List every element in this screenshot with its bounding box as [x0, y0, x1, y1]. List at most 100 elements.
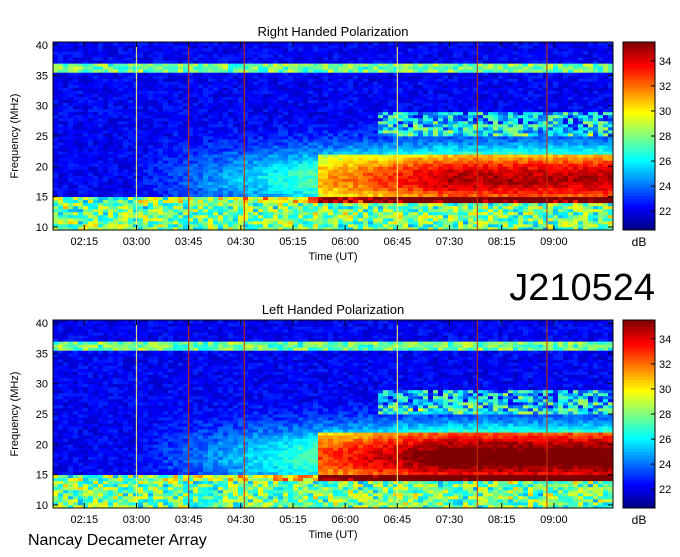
heatmap-cell	[153, 114, 159, 119]
heatmap-cell	[53, 211, 59, 216]
heatmap-cell	[438, 199, 444, 204]
heatmap-cell	[363, 160, 369, 164]
heatmap-cell	[378, 193, 384, 198]
heatmap-cell	[443, 48, 449, 52]
heatmap-cell	[263, 84, 269, 88]
heatmap-cell	[263, 96, 269, 101]
heatmap-cell	[448, 78, 454, 82]
heatmap-cell	[168, 169, 174, 173]
heatmap-cell	[133, 99, 139, 104]
heatmap-cell	[98, 114, 104, 119]
heatmap-cell	[123, 81, 129, 85]
heatmap-cell	[128, 166, 134, 170]
heatmap-cell	[438, 72, 444, 76]
heatmap-cell	[253, 205, 259, 210]
heatmap-cell	[283, 178, 289, 182]
heatmap-cell	[353, 175, 359, 179]
heatmap-cell	[343, 214, 349, 219]
heatmap-cell	[263, 220, 269, 225]
heatmap-cell	[173, 139, 179, 143]
heatmap-cell	[138, 72, 144, 76]
heatmap-cell	[268, 42, 274, 46]
heatmap-cell	[388, 172, 394, 176]
heatmap-cell	[153, 99, 159, 104]
heatmap-cell	[93, 199, 99, 204]
heatmap-cell	[363, 90, 369, 94]
heatmap-cell	[233, 166, 239, 170]
heatmap-cell	[298, 84, 304, 88]
heatmap-cell	[148, 163, 154, 167]
heatmap-cell	[323, 154, 329, 158]
heatmap-cell	[143, 126, 149, 131]
heatmap-cell	[213, 75, 219, 79]
heatmap-cell	[293, 151, 299, 155]
heatmap-cell	[248, 151, 254, 155]
heatmap-cell	[203, 75, 209, 79]
heatmap-cell	[143, 178, 149, 182]
heatmap-cell	[193, 190, 199, 195]
heatmap-cell	[358, 202, 364, 207]
heatmap-cell	[413, 187, 419, 191]
heatmap-cell	[128, 139, 134, 143]
heatmap-cell	[238, 114, 244, 119]
heatmap-cell	[373, 69, 379, 73]
heatmap-cell	[148, 48, 154, 52]
heatmap-cell	[423, 169, 429, 173]
heatmap-cell	[288, 202, 294, 207]
heatmap-cell	[103, 148, 109, 152]
heatmap-cell	[293, 205, 299, 210]
heatmap-cell	[83, 208, 89, 213]
heatmap-cell	[443, 160, 449, 164]
heatmap-cell	[313, 69, 319, 73]
heatmap-cell	[253, 108, 259, 113]
heatmap-cell	[153, 160, 159, 164]
heatmap-cell	[83, 90, 89, 94]
heatmap-cell	[53, 69, 59, 73]
heatmap-cell	[258, 99, 264, 104]
heatmap-cell	[208, 51, 214, 55]
heatmap-cell	[193, 151, 199, 155]
heatmap-cell	[273, 42, 279, 46]
heatmap-cell	[228, 163, 234, 167]
heatmap-cell	[323, 217, 329, 222]
heatmap-cell	[423, 172, 429, 176]
heatmap-cell	[133, 190, 139, 195]
heatmap-cell	[108, 111, 114, 116]
heatmap-cell	[273, 196, 279, 201]
heatmap-cell	[63, 102, 69, 107]
heatmap-cell	[453, 136, 459, 140]
heatmap-cell	[323, 63, 329, 67]
heatmap-cell	[373, 163, 379, 167]
heatmap-cell	[83, 72, 89, 76]
heatmap-cell	[268, 172, 274, 176]
heatmap-cell	[288, 60, 294, 64]
heatmap-cell	[93, 178, 99, 182]
heatmap-cell	[308, 169, 314, 173]
heatmap-cell	[158, 169, 164, 173]
heatmap-cell	[363, 60, 369, 64]
heatmap-cell	[378, 72, 384, 76]
heatmap-cell	[373, 99, 379, 104]
heatmap-cell	[383, 93, 389, 97]
heatmap-cell	[338, 205, 344, 210]
heatmap-cell	[368, 51, 374, 55]
heatmap-cell	[168, 193, 174, 198]
heatmap-cell	[113, 145, 119, 149]
heatmap-cell	[153, 220, 159, 225]
heatmap-cell	[348, 42, 354, 46]
heatmap-cell	[448, 87, 454, 91]
heatmap-cell	[223, 136, 229, 140]
heatmap-cell	[308, 178, 314, 182]
heatmap-cell	[73, 136, 79, 140]
heatmap-cell	[93, 169, 99, 173]
heatmap-cell	[93, 139, 99, 143]
heatmap-cell	[373, 202, 379, 207]
heatmap-cell	[318, 84, 324, 88]
heatmap-cell	[153, 214, 159, 219]
heatmap-cell	[348, 132, 354, 137]
heatmap-cell	[213, 142, 219, 146]
heatmap-cell	[448, 211, 454, 216]
heatmap-cell	[433, 169, 439, 173]
heatmap-cell	[163, 102, 169, 107]
heatmap-cell	[358, 90, 364, 94]
